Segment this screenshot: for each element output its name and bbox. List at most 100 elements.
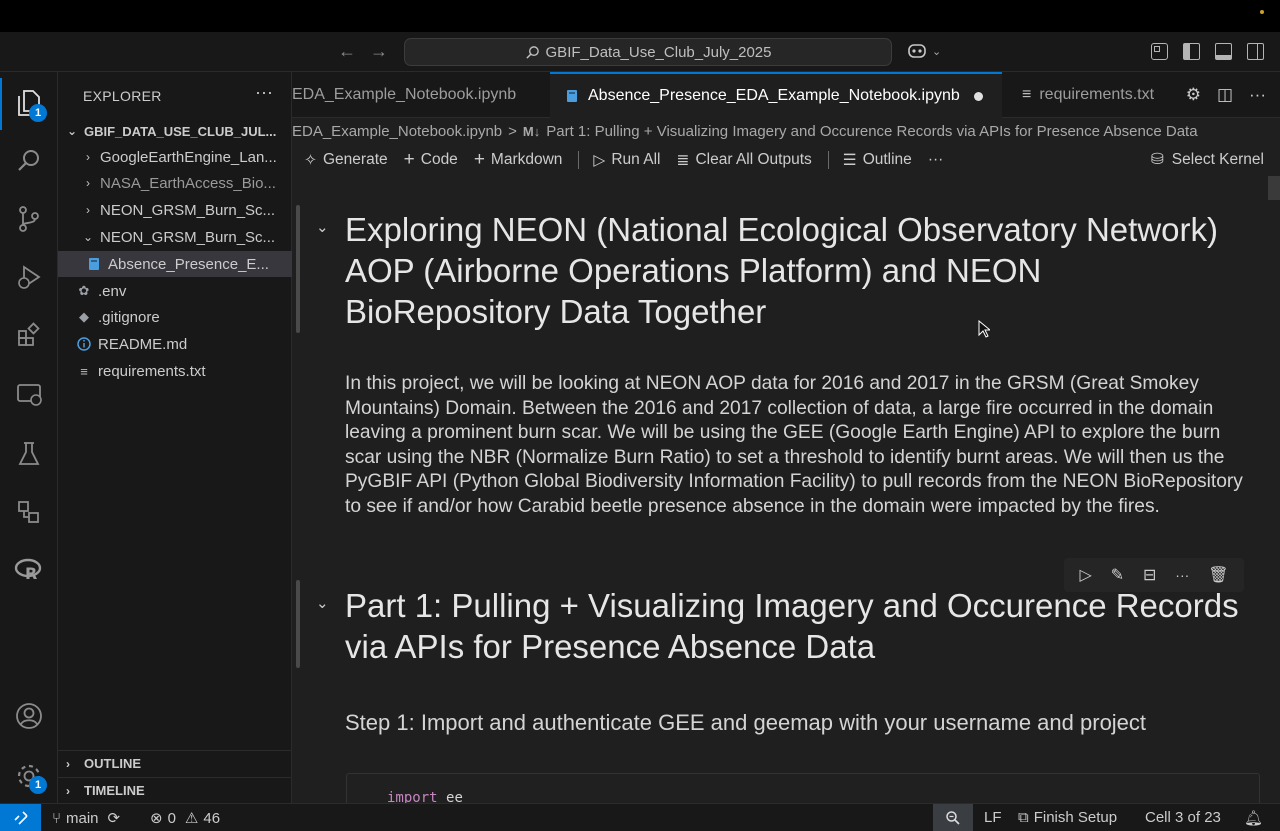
explorer-sidebar: EXPLORER ··· ⌄ GBIF_DATA_USE_CLUB_JUL...… <box>58 72 292 803</box>
tree-file-readme[interactable]: README.md <box>58 331 292 357</box>
warning-count: 46 <box>203 809 221 827</box>
notebook-heading-2: Part 1: Pulling + Visualizing Imagery an… <box>345 587 1239 665</box>
chevron-down-icon: ⌄ <box>932 45 942 58</box>
error-count: 0 <box>167 809 176 827</box>
git-diamond-icon: ◆ <box>79 309 89 324</box>
chevron-right-icon: › <box>86 203 90 217</box>
kernel-server-icon: ⛁ <box>1150 151 1164 168</box>
notifications-bell-icon[interactable]: 🔔︎ <box>1244 809 1263 827</box>
notebook-heading-1: Exploring NEON (National Ecological Obse… <box>345 211 1218 330</box>
customize-layout-icon[interactable] <box>1151 43 1168 60</box>
step1-text: Step 1: Import and authenticate GEE and … <box>345 710 1147 735</box>
split-cell-icon[interactable]: ⊟ <box>1143 565 1156 585</box>
problems-status[interactable]: ⊗ 0 ⚠ 46 <box>150 809 221 828</box>
split-editor-icon[interactable]: ◫ <box>1217 85 1233 105</box>
toggle-panel-icon[interactable] <box>1215 43 1232 60</box>
notebook-icon <box>566 89 578 103</box>
layout-controls <box>1151 43 1264 60</box>
git-branch-icon: ⑂ <box>52 809 62 827</box>
outline-button[interactable]: ☰ Outline <box>843 151 912 170</box>
generate-button[interactable]: ✧ Generate <box>304 151 388 170</box>
breadcrumb-file[interactable]: EDA_Example_Notebook.ipynb <box>292 123 502 140</box>
finish-setup-status[interactable]: ⧉ Finish Setup <box>1018 809 1117 826</box>
copilot-menu[interactable]: ⌄ <box>906 42 941 60</box>
add-code-button[interactable]: + Code <box>404 149 458 171</box>
select-kernel-label: Select Kernel <box>1171 150 1264 168</box>
toggle-primary-sidebar-icon[interactable] <box>1183 43 1200 60</box>
command-center-search[interactable]: GBIF_Data_Use_Club_July_2025 <box>404 38 892 66</box>
cell-position-status[interactable]: Cell 3 of 23 <box>1145 809 1221 826</box>
toggle-secondary-sidebar-icon[interactable] <box>1247 43 1264 60</box>
sync-icon[interactable]: ⟳ <box>108 809 121 827</box>
edit-pencil-icon[interactable]: ✎ <box>1111 565 1124 585</box>
explorer-icon[interactable]: 1 <box>13 87 47 122</box>
forward-arrow-icon[interactable]: → <box>370 41 388 62</box>
more-actions-icon[interactable]: ··· <box>928 151 944 169</box>
tab-requirements[interactable]: ≡ requirements.txt <box>1022 72 1182 118</box>
tree-file-notebook[interactable]: Absence_Presence_E... <box>58 251 292 277</box>
add-markdown-button[interactable]: + Markdown <box>474 149 563 171</box>
generate-label: Generate <box>323 151 388 168</box>
tab-label: Absence_Presence_EDA_Example_Notebook.ip… <box>588 87 960 104</box>
tab-absence-presence-notebook[interactable]: Absence_Presence_EDA_Example_Notebook.ip… <box>550 72 1002 118</box>
unsaved-dot-icon[interactable] <box>973 91 983 101</box>
intro-paragraph: In this project, we will be looking at N… <box>345 373 1243 517</box>
workspace-root[interactable]: ⌄ GBIF_DATA_USE_CLUB_JUL... <box>58 118 292 144</box>
collapse-chevron-icon[interactable]: ⌄ <box>316 594 329 612</box>
containers-icon[interactable] <box>13 496 45 528</box>
chevron-down-icon: ⌄ <box>82 230 94 244</box>
finish-setup-label: Finish Setup <box>1033 809 1118 826</box>
search-icon[interactable] <box>13 145 45 177</box>
clear-outputs-icon: ≣ <box>676 151 690 169</box>
editor-scrollbar-thumb[interactable] <box>1268 176 1280 200</box>
tab-label: EDA_Example_Notebook.ipynb <box>292 86 517 103</box>
editor-tab-bar: EDA_Example_Notebook.ipynb Absence_Prese… <box>292 72 1280 118</box>
tree-folder-neon-grsm-2[interactable]: ⌄ NEON_GRSM_Burn_Sc... <box>58 224 292 250</box>
tree-file-requirements[interactable]: ≡ requirements.txt <box>58 358 292 384</box>
branch-status[interactable]: ⑂ main ⟳ <box>52 809 121 828</box>
clear-all-outputs-button[interactable]: ≣ Clear All Outputs <box>676 151 811 170</box>
source-control-icon[interactable] <box>13 203 45 235</box>
more-actions-icon[interactable]: ··· <box>1175 567 1189 583</box>
accounts-icon[interactable] <box>13 700 45 732</box>
more-actions-icon[interactable]: ··· <box>1249 85 1266 105</box>
settings-gear-icon[interactable]: ⚙ <box>1186 85 1201 105</box>
r-language-icon[interactable]: R <box>13 554 45 586</box>
testing-flask-icon[interactable] <box>13 438 45 470</box>
back-arrow-icon[interactable]: ← <box>338 41 356 62</box>
run-cell-icon[interactable]: ▷ <box>1079 565 1091 585</box>
manage-gear-icon[interactable]: 1 <box>13 760 47 794</box>
tab-eda-notebook[interactable]: EDA_Example_Notebook.ipynb <box>292 72 548 118</box>
tab-label: requirements.txt <box>1039 86 1155 103</box>
delete-trash-icon[interactable]: 🗑 <box>1208 565 1228 585</box>
tree-file-gitignore[interactable]: ◆ .gitignore <box>58 304 292 330</box>
code-cell[interactable]: import ee <box>346 773 1260 803</box>
timeline-section[interactable]: › TIMELINE <box>58 777 292 803</box>
remote-explorer-icon[interactable] <box>13 379 45 411</box>
tree-folder-googleearthengine[interactable]: › GoogleEarthEngine_Lan... <box>58 144 292 170</box>
toolbar-divider <box>827 151 829 169</box>
run-all-button[interactable]: ▷ Run All <box>593 151 660 170</box>
tree-file-env[interactable]: ✿ .env <box>58 278 292 304</box>
collapse-chevron-icon[interactable]: ⌄ <box>316 218 329 236</box>
select-kernel-button[interactable]: ⛁ Select Kernel <box>1151 150 1264 169</box>
outline-section[interactable]: › OUTLINE <box>58 750 292 776</box>
editor-actions: ⚙ ◫ ··· <box>1186 85 1266 105</box>
chevron-right-icon: › <box>86 176 90 190</box>
markdown-icon: M↓ <box>522 123 541 139</box>
eol-status[interactable]: LF <box>984 809 1002 826</box>
command-center-label: GBIF_Data_Use_Club_July_2025 <box>545 43 772 61</box>
breadcrumb-section[interactable]: Part 1: Pulling + Visualizing Imagery an… <box>546 123 1197 140</box>
tree-folder-neon-grsm-1[interactable]: › NEON_GRSM_Burn_Sc... <box>58 197 292 223</box>
remote-indicator-icon[interactable] <box>0 804 41 831</box>
extensions-icon[interactable] <box>13 319 45 351</box>
notebook-toolbar: ✧ Generate + Code + Markdown ▷ Run All ≣ Clea… <box>292 144 1280 176</box>
more-actions-icon[interactable]: ··· <box>255 82 273 103</box>
tree-folder-nasa-earthaccess[interactable]: › NASA_EarthAccess_Bio... <box>58 170 292 196</box>
outline-label: OUTLINE <box>84 756 142 771</box>
mouse-cursor-icon <box>978 320 990 338</box>
run-debug-icon[interactable] <box>13 261 45 293</box>
zoom-icon[interactable] <box>933 804 973 831</box>
tree-item-label: .gitignore <box>98 308 160 326</box>
clear-outputs-label: Clear All Outputs <box>695 151 812 168</box>
